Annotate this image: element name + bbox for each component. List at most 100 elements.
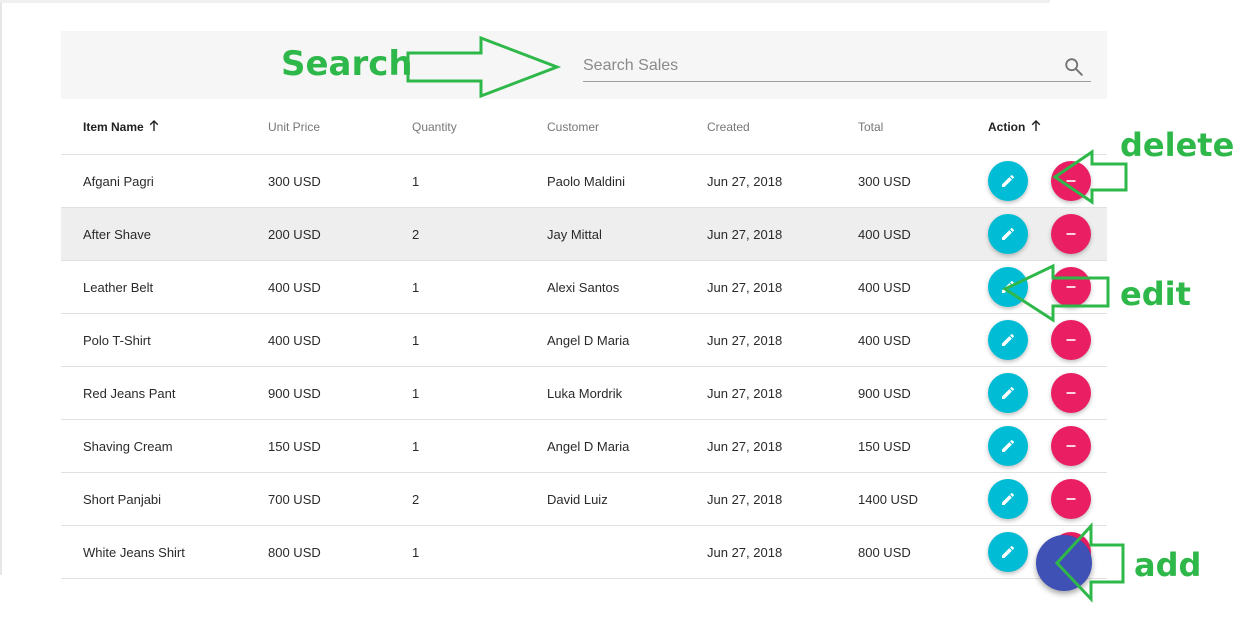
cell-customer	[547, 525, 707, 579]
pencil-icon	[1002, 439, 1015, 452]
window-top-edge	[0, 0, 1050, 3]
edit-button[interactable]	[988, 161, 1028, 201]
customer-text: Paolo Maldini	[547, 173, 626, 189]
cell-quantity: 1	[412, 313, 547, 367]
total-text: 150 USD	[858, 438, 911, 454]
customer-text: Alexi Santos	[547, 279, 620, 295]
unit-price-text: 900 USD	[268, 385, 321, 401]
header-item-name[interactable]: Item Name	[61, 100, 268, 155]
cell-quantity: 1	[412, 525, 547, 579]
cell-created: Jun 27, 2018	[707, 419, 858, 473]
cell-total: 1400 USD	[858, 472, 988, 526]
cell-item-name: Shaving Cream	[61, 419, 268, 473]
table-row[interactable]: Leather Belt 400 USD 1 Alexi Santos Jun …	[61, 260, 1107, 314]
cell-quantity: 1	[412, 260, 547, 314]
header-quantity[interactable]: Quantity	[412, 100, 547, 155]
cell-quantity: 1	[412, 154, 547, 208]
minus-icon	[1066, 339, 1076, 341]
item-name-text: After Shave	[83, 226, 151, 242]
cell-created: Jun 27, 2018	[707, 366, 858, 420]
item-name-text: Leather Belt	[83, 279, 154, 295]
delete-button[interactable]	[1050, 320, 1091, 360]
item-name-text: Red Jeans Pant	[83, 385, 176, 401]
header-total[interactable]: Total	[858, 100, 988, 155]
total-text: 800 USD	[858, 544, 911, 560]
cell-total: 900 USD	[858, 366, 988, 420]
sort-arrow-up-icon	[149, 120, 159, 131]
quantity-text: 1	[412, 438, 420, 454]
search-input[interactable]	[583, 52, 1053, 80]
table-row[interactable]: After Shave 200 USD 2 Jay Mittal Jun 27,…	[61, 207, 1107, 261]
cell-item-name: Afgani Pagri	[61, 154, 268, 208]
quantity-text: 2	[412, 226, 420, 242]
cell-total: 400 USD	[858, 260, 988, 314]
cell-customer: Angel D Maria	[547, 419, 707, 473]
quantity-text: 1	[412, 544, 420, 560]
cell-unit-price: 300 USD	[268, 154, 412, 208]
header-total-label: Total	[858, 120, 884, 134]
cell-created: Jun 27, 2018	[707, 313, 858, 367]
search-field[interactable]	[583, 52, 1091, 82]
cell-quantity: 2	[412, 472, 547, 526]
edit-button[interactable]	[988, 532, 1028, 572]
cell-total: 300 USD	[858, 154, 988, 208]
annotation-search-label: Search	[281, 44, 413, 84]
cell-created: Jun 27, 2018	[707, 525, 858, 579]
quantity-text: 1	[412, 385, 420, 401]
edit-button[interactable]	[988, 479, 1028, 519]
delete-button[interactable]	[1050, 214, 1091, 254]
cell-created: Jun 27, 2018	[707, 207, 858, 261]
created-text: Jun 27, 2018	[707, 279, 783, 295]
cell-customer: Paolo Maldini	[547, 154, 707, 208]
cell-unit-price: 200 USD	[268, 207, 412, 261]
edit-button[interactable]	[988, 426, 1028, 466]
cell-total: 400 USD	[858, 313, 988, 367]
cell-unit-price: 800 USD	[268, 525, 412, 579]
cell-item-name: Short Panjabi	[61, 472, 268, 526]
delete-button[interactable]	[1050, 373, 1091, 413]
header-action[interactable]: Action	[988, 100, 1107, 155]
header-customer[interactable]: Customer	[547, 100, 707, 155]
annotation-delete-label: delete	[1120, 126, 1234, 164]
header-created[interactable]: Created	[707, 100, 858, 155]
cell-item-name: After Shave	[61, 207, 268, 261]
item-name-text: Polo T-Shirt	[83, 332, 151, 348]
delete-button[interactable]	[1050, 267, 1091, 307]
item-name-text: Shaving Cream	[83, 438, 173, 454]
edit-button[interactable]	[988, 267, 1028, 307]
table-row[interactable]: White Jeans Shirt 800 USD 1 Jun 27, 2018…	[61, 525, 1107, 579]
edit-button[interactable]	[988, 320, 1028, 360]
delete-button[interactable]	[1050, 479, 1091, 519]
minus-icon	[1066, 445, 1076, 447]
cell-unit-price: 700 USD	[268, 472, 412, 526]
cell-actions	[988, 419, 1107, 473]
cell-item-name: Red Jeans Pant	[61, 366, 268, 420]
unit-price-text: 200 USD	[268, 226, 321, 242]
unit-price-text: 400 USD	[268, 332, 321, 348]
table-row[interactable]: Red Jeans Pant 900 USD 1 Luka Mordrik Ju…	[61, 366, 1107, 420]
edit-button[interactable]	[988, 214, 1028, 254]
header-unit-price[interactable]: Unit Price	[268, 100, 412, 155]
add-button[interactable]	[1036, 535, 1092, 591]
unit-price-text: 300 USD	[268, 173, 321, 189]
search-icon[interactable]	[1063, 56, 1085, 78]
minus-icon	[1066, 392, 1076, 394]
cell-created: Jun 27, 2018	[707, 260, 858, 314]
delete-button[interactable]	[1050, 161, 1091, 201]
pencil-icon	[1002, 333, 1015, 346]
cell-total: 800 USD	[858, 525, 988, 579]
unit-price-text: 800 USD	[268, 544, 321, 560]
customer-text: Luka Mordrik	[547, 385, 623, 401]
table-row[interactable]: Afgani Pagri 300 USD 1 Paolo Maldini Jun…	[61, 154, 1107, 208]
item-name-text: Short Panjabi	[83, 491, 162, 507]
cell-actions	[988, 260, 1107, 314]
delete-button[interactable]	[1050, 426, 1091, 466]
table-row[interactable]: Polo T-Shirt 400 USD 1 Angel D Maria Jun…	[61, 313, 1107, 367]
table-row[interactable]: Shaving Cream 150 USD 1 Angel D Maria Ju…	[61, 419, 1107, 473]
cell-actions	[988, 472, 1107, 526]
pencil-icon	[1002, 227, 1015, 240]
edit-button[interactable]	[988, 373, 1028, 413]
quantity-text: 1	[412, 279, 420, 295]
table-row[interactable]: Short Panjabi 700 USD 2 David Luiz Jun 2…	[61, 472, 1107, 526]
cell-customer: David Luiz	[547, 472, 707, 526]
